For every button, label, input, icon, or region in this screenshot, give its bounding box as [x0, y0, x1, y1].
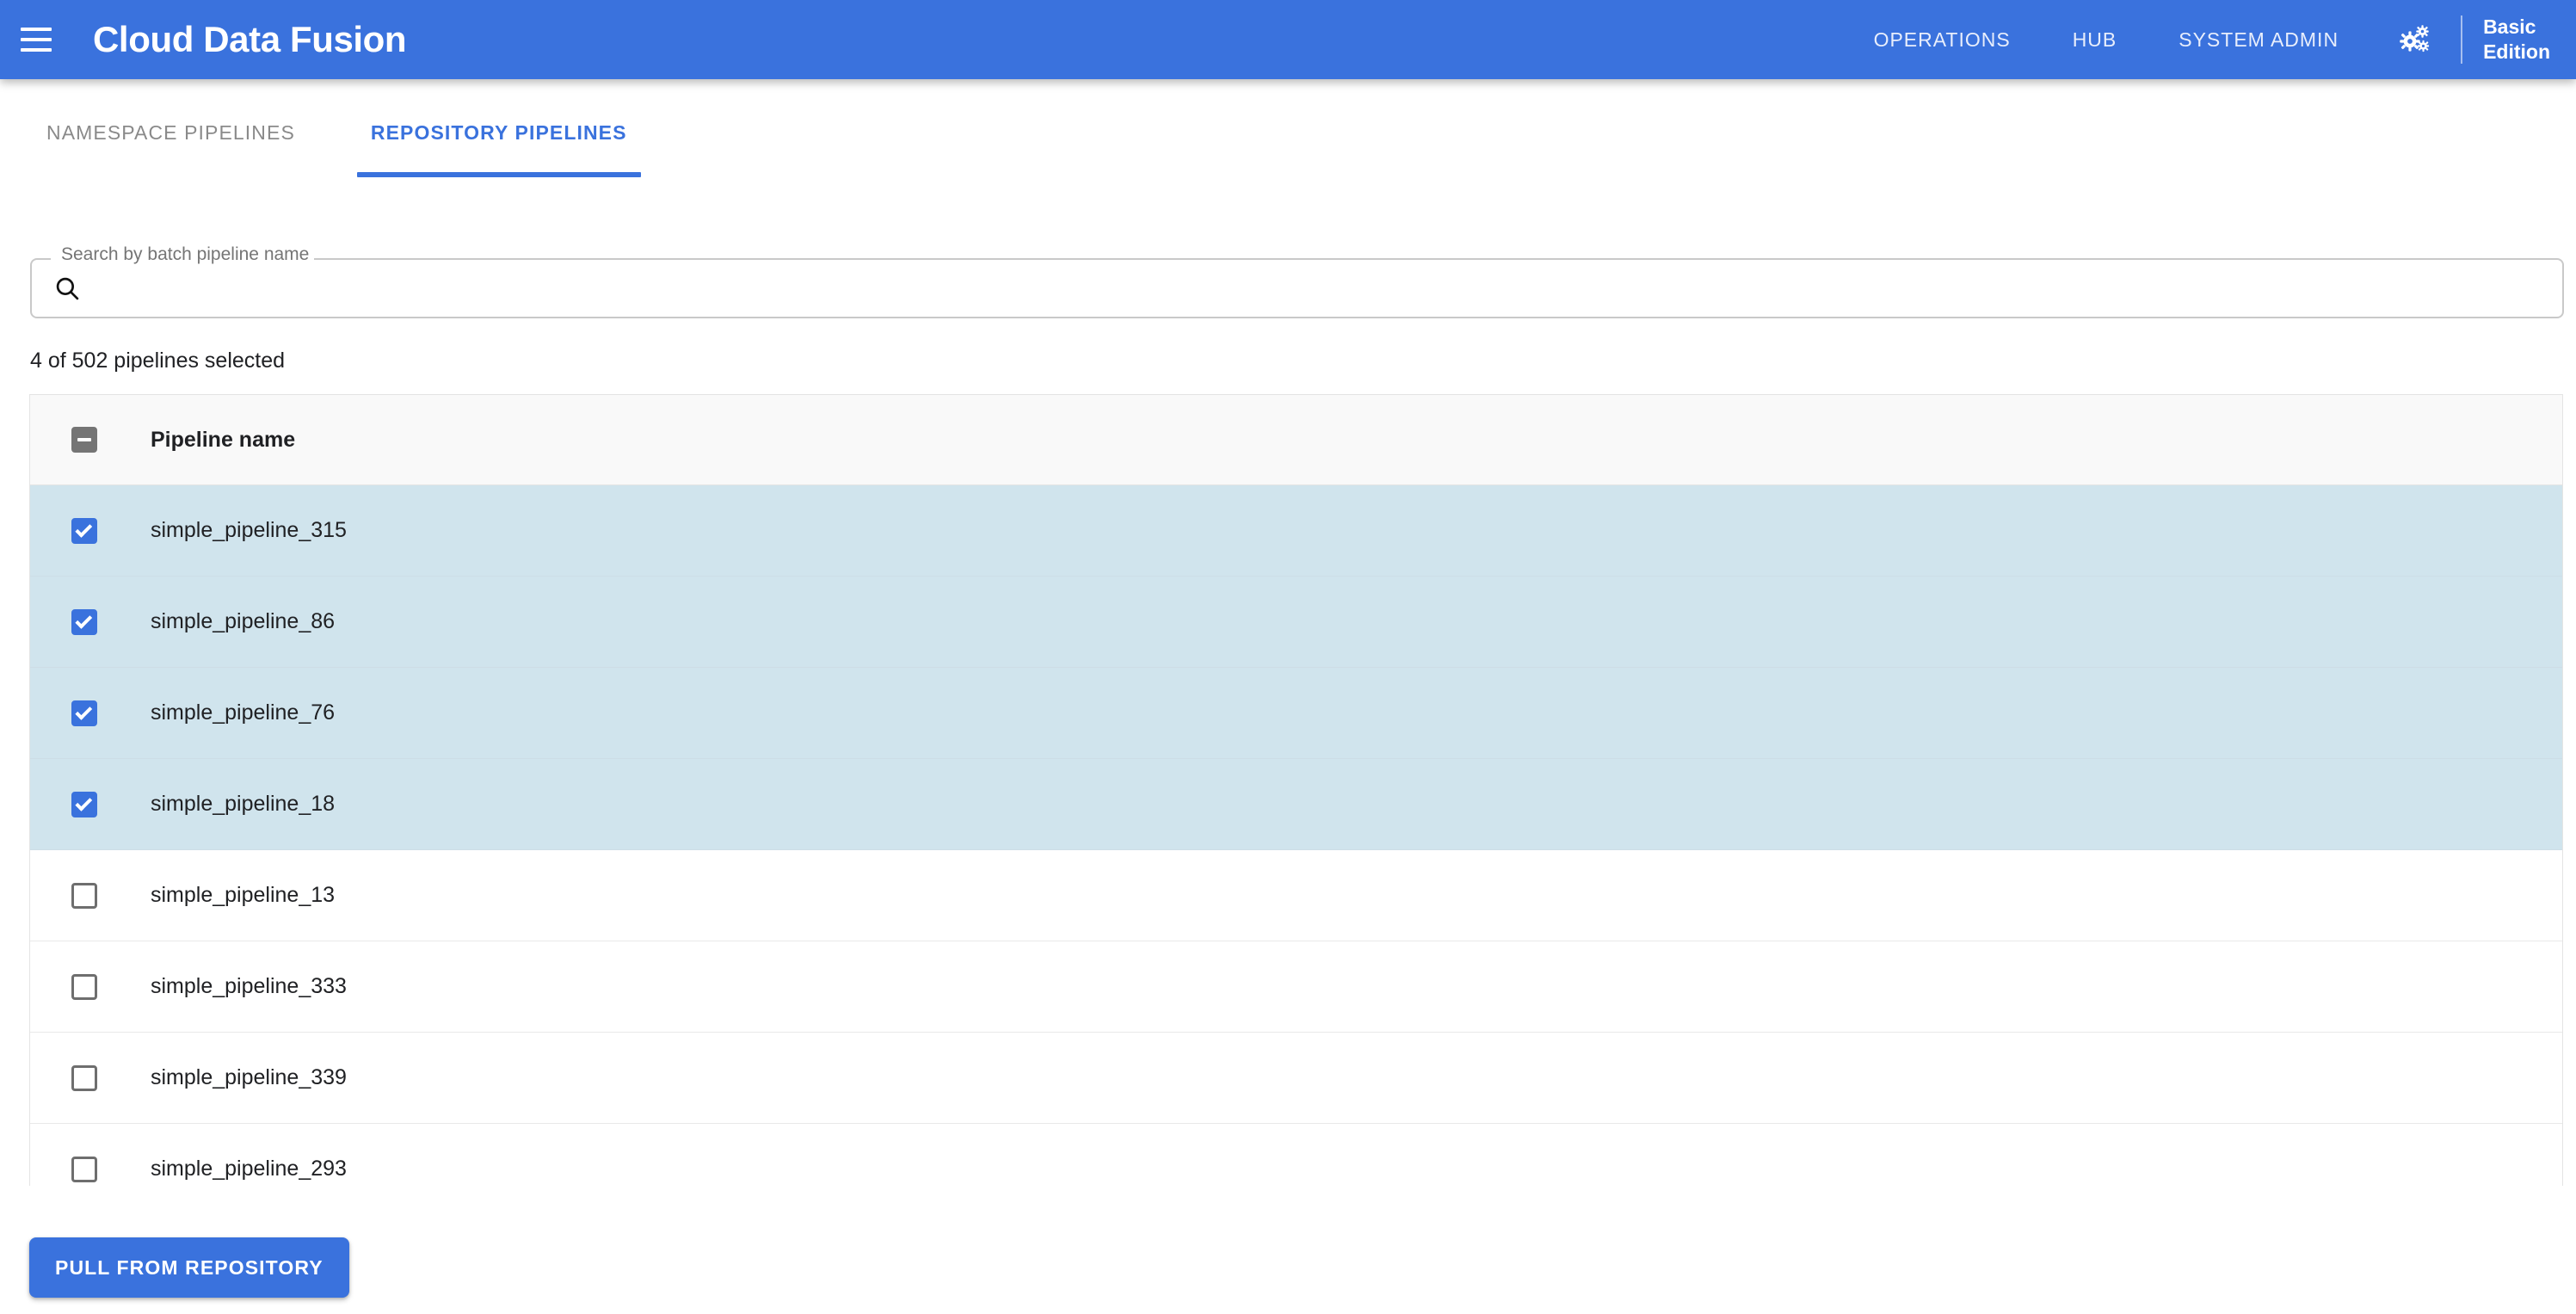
row-checkbox-cell — [30, 791, 139, 817]
row-checkbox-cell — [30, 882, 139, 909]
table-row[interactable]: simple_pipeline_18 — [30, 759, 2562, 850]
row-checkbox-cell — [30, 973, 139, 1000]
row-checkbox[interactable] — [71, 700, 97, 726]
row-checkbox-cell — [30, 517, 139, 544]
checkmark-icon — [75, 520, 93, 538]
toolbar-right-group: OPERATIONS HUB SYSTEM ADMIN Basic Editio… — [1843, 0, 2576, 79]
table-header-row: Pipeline name — [30, 395, 2562, 485]
hamburger-bar — [21, 28, 52, 31]
tab-repository-pipelines-label: REPOSITORY PIPELINES — [370, 120, 627, 144]
row-checkbox[interactable] — [71, 882, 97, 909]
edition-badge: Basic Edition — [2483, 15, 2576, 65]
hamburger-menu-icon[interactable] — [21, 22, 60, 57]
select-all-checkbox-cell — [30, 427, 139, 453]
app-brand-title: Cloud Data Fusion — [93, 19, 407, 59]
select-all-checkbox[interactable] — [71, 427, 97, 453]
tab-repository-pipelines[interactable]: REPOSITORY PIPELINES — [333, 79, 665, 186]
table-row[interactable]: simple_pipeline_13 — [30, 850, 2562, 941]
tab-namespace-pipelines[interactable]: NAMESPACE PIPELINES — [0, 79, 333, 186]
pipeline-name-cell: simple_pipeline_13 — [151, 883, 336, 907]
table-row[interactable]: simple_pipeline_315 — [30, 485, 2562, 577]
row-checkbox-cell — [30, 1156, 139, 1182]
search-input[interactable] — [94, 260, 2537, 313]
row-checkbox[interactable] — [71, 1064, 97, 1091]
pipeline-name-cell: simple_pipeline_339 — [151, 1065, 347, 1089]
checkmark-icon — [75, 793, 93, 811]
nav-link-system-admin[interactable]: SYSTEM ADMIN — [2148, 28, 2370, 52]
pipeline-tabs: NAMESPACE PIPELINES REPOSITORY PIPELINES — [0, 79, 2576, 194]
indeterminate-dash-icon — [77, 438, 91, 441]
edition-line-2: Edition — [2483, 40, 2550, 63]
tab-namespace-pipelines-label: NAMESPACE PIPELINES — [46, 120, 295, 144]
checkmark-icon — [75, 611, 93, 629]
pipeline-name-cell: simple_pipeline_315 — [151, 518, 347, 542]
row-checkbox[interactable] — [71, 517, 97, 544]
row-checkbox[interactable] — [71, 973, 97, 1000]
pipeline-name-cell: simple_pipeline_86 — [151, 609, 336, 633]
row-checkbox[interactable] — [71, 608, 97, 635]
app-toolbar: Cloud Data Fusion OPERATIONS HUB SYSTEM … — [0, 0, 2576, 79]
tab-underline — [356, 172, 641, 177]
nav-link-operations[interactable]: OPERATIONS — [1843, 28, 2042, 52]
hamburger-bar — [21, 38, 52, 41]
search-field[interactable]: Search by batch pipeline name — [30, 244, 2564, 318]
nav-link-hub[interactable]: HUB — [2042, 28, 2148, 52]
row-checkbox-cell — [30, 700, 139, 726]
gears-settings-icon[interactable] — [2388, 13, 2442, 66]
selection-summary: 4 of 502 pipelines selected — [30, 349, 286, 373]
pipeline-name-cell: simple_pipeline_333 — [151, 974, 347, 998]
table-row[interactable]: simple_pipeline_293 — [30, 1124, 2562, 1186]
pull-from-repository-button[interactable]: PULL FROM REPOSITORY — [29, 1237, 349, 1298]
checkmark-icon — [75, 702, 93, 720]
row-checkbox[interactable] — [71, 791, 97, 817]
table-row[interactable]: simple_pipeline_76 — [30, 668, 2562, 759]
row-checkbox-cell — [30, 608, 139, 635]
pipeline-name-cell: simple_pipeline_18 — [151, 792, 336, 816]
toolbar-divider — [2461, 15, 2463, 64]
table-row[interactable]: simple_pipeline_333 — [30, 941, 2562, 1033]
pipelines-table: Pipeline name simple_pipeline_315 simple_… — [29, 394, 2563, 1186]
row-checkbox-cell — [30, 1064, 139, 1091]
column-header-pipeline-name[interactable]: Pipeline name — [139, 428, 295, 453]
hamburger-bar — [21, 48, 52, 52]
pipeline-name-cell: simple_pipeline_76 — [151, 700, 336, 725]
edition-line-1: Basic — [2483, 15, 2536, 39]
table-row[interactable]: simple_pipeline_339 — [30, 1033, 2562, 1124]
search-icon — [52, 274, 82, 303]
table-row[interactable]: simple_pipeline_86 — [30, 577, 2562, 668]
pipeline-name-cell: simple_pipeline_293 — [151, 1157, 347, 1181]
row-checkbox[interactable] — [71, 1156, 97, 1182]
table-body: simple_pipeline_315 simple_pipeline_86sim… — [30, 485, 2562, 1186]
